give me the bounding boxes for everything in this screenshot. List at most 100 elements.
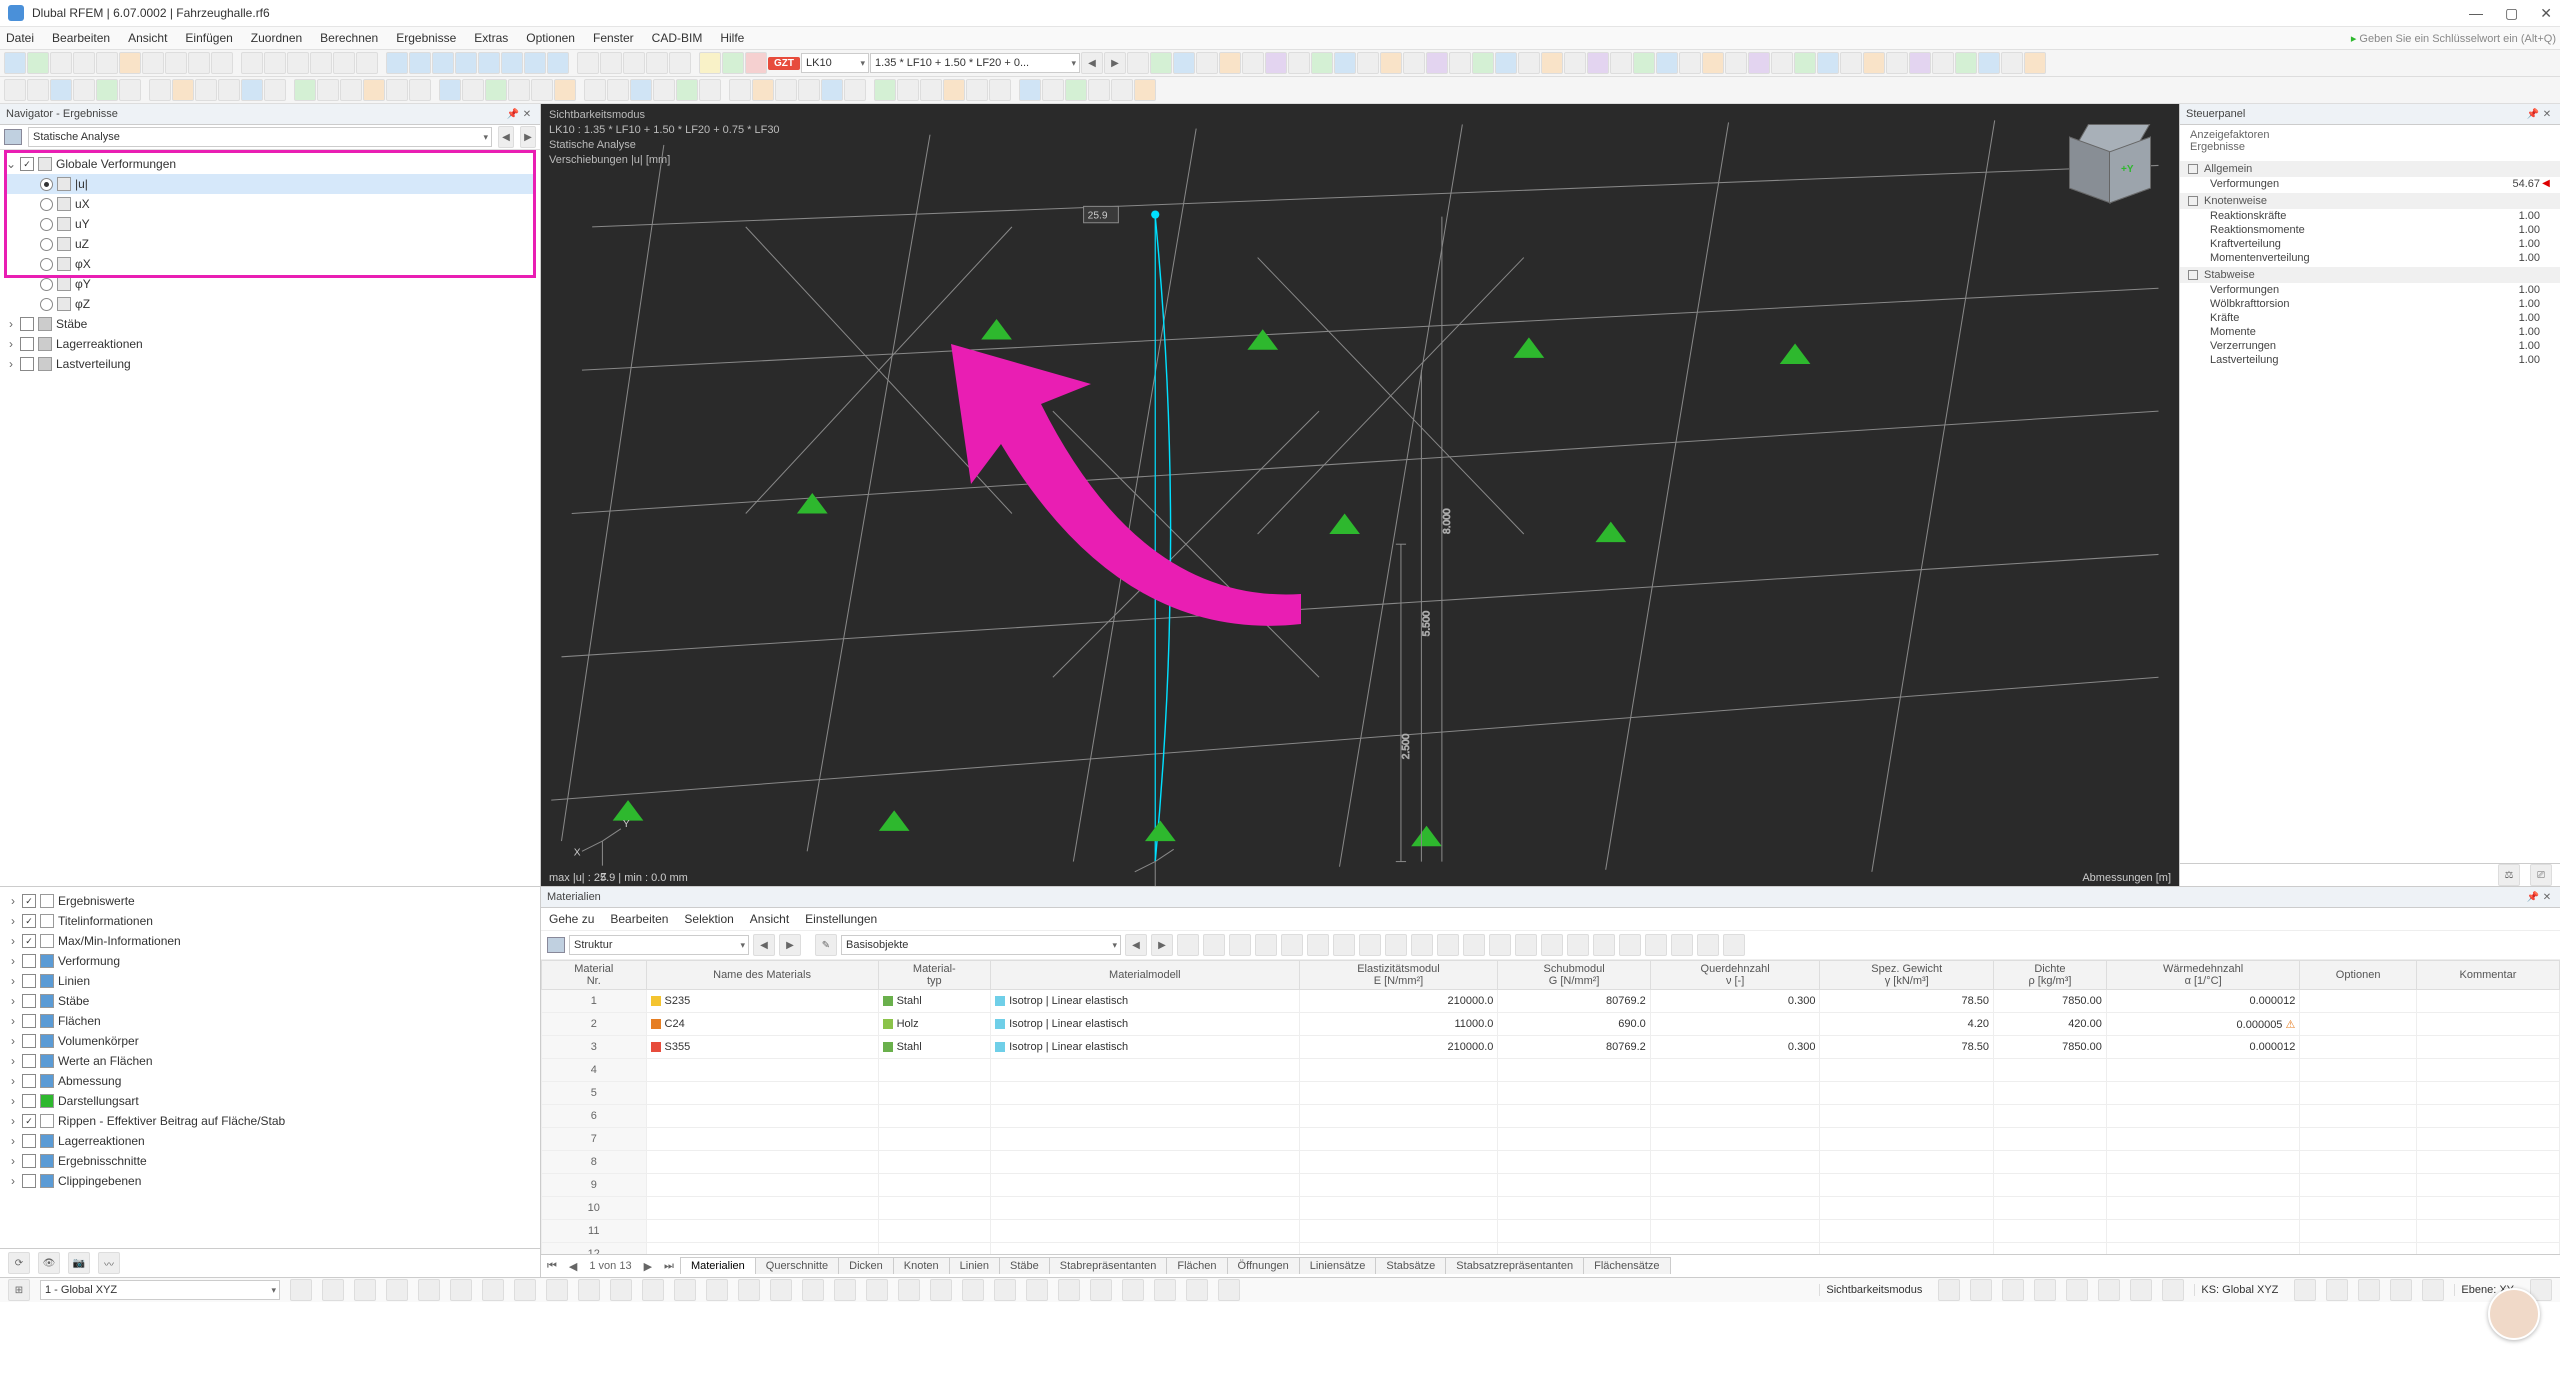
tree-item-label[interactable]: uY [75,217,90,231]
status-toolbar-btn[interactable] [290,1279,312,1301]
table-row[interactable]: 12 [542,1243,2560,1255]
menu-optionen[interactable]: Optionen [524,29,577,47]
status-toolbar-btn[interactable] [994,1279,1016,1301]
toolbar-btn[interactable] [1150,52,1172,74]
toolbar-btn[interactable] [356,52,378,74]
material-tab[interactable]: Linien [949,1257,1000,1274]
toolbar-btn[interactable] [50,52,72,74]
panel-tool-icon[interactable]: ⚖ [2498,864,2520,886]
toolbar-btn[interactable] [1111,79,1133,101]
tab-prev-button[interactable]: ◀ [563,1260,583,1273]
analysis-type-select[interactable]: Statische Analyse [28,127,492,147]
toolbar-btn[interactable] [409,79,431,101]
toolbar-btn[interactable] [821,79,843,101]
toolbar-btn[interactable] [547,52,569,74]
toolbar-btn[interactable] [1610,52,1632,74]
status-toolbar-btn[interactable] [1938,1279,1960,1301]
materials-toolbar-btn[interactable] [1281,934,1303,956]
materials-toolbar-btn[interactable] [1411,934,1433,956]
toolbar-btn[interactable] [50,79,72,101]
nav-tool-icon[interactable]: 👁 [38,1252,60,1274]
toolbar-btn[interactable] [966,79,988,101]
tree-item-label[interactable]: Lagerreaktionen [58,1134,145,1148]
panel-pin-icon[interactable]: 📌 [2526,109,2540,120]
toolbar-btn[interactable] [142,52,164,74]
tree-checkbox[interactable] [20,157,34,171]
toolbar-btn[interactable] [96,79,118,101]
toolbar-btn[interactable] [478,52,500,74]
minimize-button[interactable]: — [2469,5,2483,22]
status-toolbar-btn[interactable] [1090,1279,1112,1301]
results-tree[interactable]: ⌄Globale Verformungen |u| uX uY uZ φX φY… [0,150,540,886]
basis-select[interactable]: Basisobjekte [841,935,1121,955]
toolbar-btn[interactable] [1886,52,1908,74]
nav-tool-icon[interactable]: 〰 [98,1252,120,1274]
mat-nav-next[interactable]: ▶ [779,934,801,956]
toolbar-btn[interactable] [4,79,26,101]
status-toolbar-btn[interactable] [834,1279,856,1301]
prop-value[interactable]: 1.00 [2470,238,2540,250]
toolbar-btn[interactable] [729,79,751,101]
material-tab[interactable]: Flächensätze [1583,1257,1670,1274]
table-row[interactable]: 5 [542,1082,2560,1105]
toolbar-btn[interactable] [1679,52,1701,74]
toolbar-btn[interactable] [1840,52,1862,74]
toolbar-btn[interactable] [897,79,919,101]
status-toolbar-btn[interactable] [2002,1279,2024,1301]
panel-tool-icon[interactable]: ⎚ [2530,864,2552,886]
materials-toolbar-btn[interactable] [1515,934,1537,956]
toolbar-btn[interactable] [1288,52,1310,74]
materials-toolbar-btn[interactable] [1385,934,1407,956]
tree-radio[interactable] [40,198,53,211]
materials-toolbar-btn[interactable] [1541,934,1563,956]
table-header[interactable]: Kommentar [2416,961,2559,990]
tree-item-label[interactable]: Max/Min-Informationen [58,934,181,948]
prop-value[interactable]: 54.67 [2470,178,2540,190]
maximize-button[interactable]: ▢ [2505,5,2518,22]
nav-next-button[interactable]: ▶ [520,126,536,148]
toolbar-btn[interactable] [1449,52,1471,74]
tree-item-label[interactable]: Clippingebenen [58,1174,141,1188]
toolbar-btn[interactable] [2024,52,2046,74]
materials-toolbar-btn[interactable] [1463,934,1485,956]
toolbar-btn[interactable] [989,79,1011,101]
toolbar-btn[interactable] [119,79,141,101]
material-tab[interactable]: Liniensätze [1299,1257,1377,1274]
tree-item-label[interactable]: |u| [75,177,88,191]
toolbar-btn[interactable] [1794,52,1816,74]
tree-item-label[interactable]: Abmessung [58,1074,121,1088]
status-toolbar-btn[interactable] [2066,1279,2088,1301]
materials-menu-bearbeiten[interactable]: Bearbeiten [610,912,668,926]
materials-toolbar-btn[interactable] [1255,934,1277,956]
toolbar-btn[interactable] [1265,52,1287,74]
menu-berechnen[interactable]: Berechnen [318,29,380,47]
status-toolbar-btn[interactable] [1058,1279,1080,1301]
toolbar-btn[interactable] [844,79,866,101]
toolbar-btn[interactable] [1403,52,1425,74]
toolbar-btn[interactable] [1311,52,1333,74]
materials-toolbar-btn[interactable] [1671,934,1693,956]
material-tab[interactable]: Stabsätze [1375,1257,1446,1274]
toolbar-btn[interactable] [607,79,629,101]
status-toolbar-btn[interactable] [2390,1279,2412,1301]
toolbar-btn[interactable] [386,52,408,74]
prop-value[interactable]: 1.00 [2470,252,2540,264]
tree-checkbox[interactable] [22,1074,36,1088]
materials-toolbar-btn[interactable] [1723,934,1745,956]
status-toolbar-btn[interactable] [642,1279,664,1301]
toolbar-btn[interactable] [317,79,339,101]
toolbar-btn[interactable] [1771,52,1793,74]
toolbar-btn[interactable] [745,52,767,74]
toolbar-btn[interactable] [96,52,118,74]
menu-einfuegen[interactable]: Einfügen [183,29,234,47]
panel-pin-icon[interactable]: 📌 [506,109,520,120]
status-toolbar-btn[interactable] [770,1279,792,1301]
tree-item-label[interactable]: Stäbe [56,317,87,331]
toolbar-btn[interactable] [409,52,431,74]
materials-toolbar-btn[interactable] [1359,934,1381,956]
toolbar-btn[interactable] [775,79,797,101]
materials-table[interactable]: MaterialNr.Name des MaterialsMaterial-ty… [541,960,2560,1254]
toolbar-btn[interactable] [1042,79,1064,101]
menu-extras[interactable]: Extras [472,29,510,47]
status-toolbar-btn[interactable] [2326,1279,2348,1301]
